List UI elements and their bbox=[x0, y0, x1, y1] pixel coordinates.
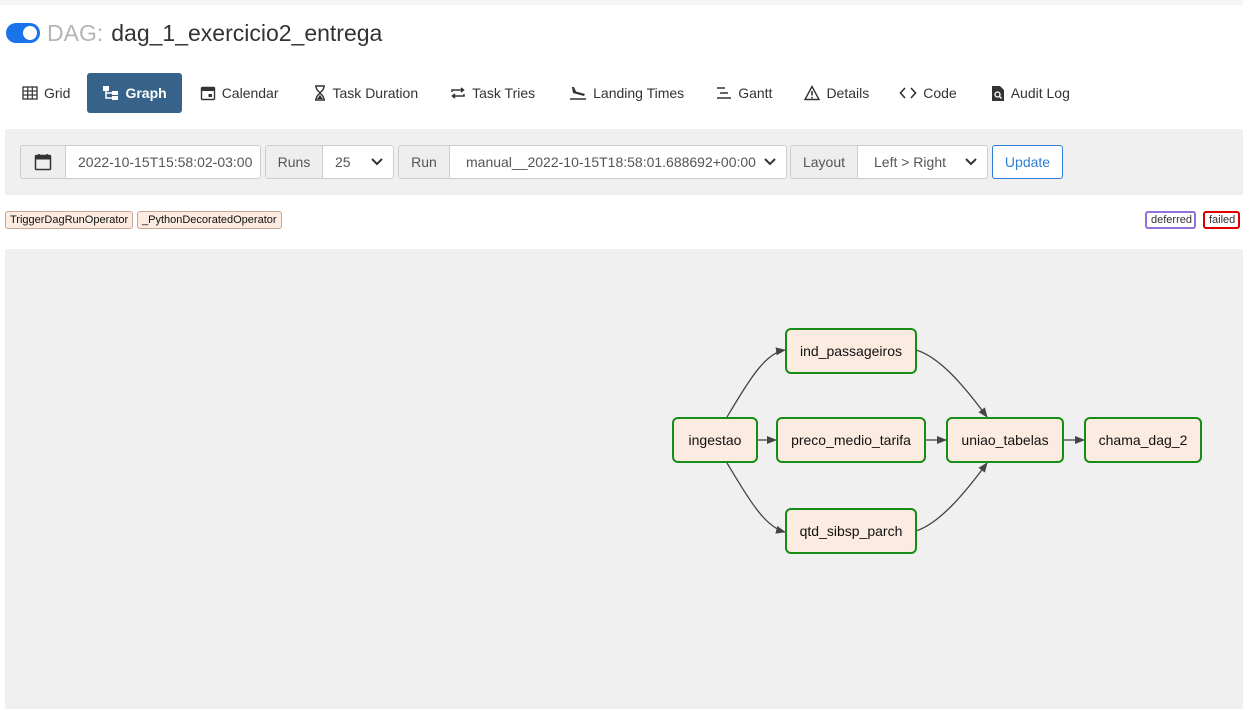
tab-code[interactable]: Code bbox=[887, 73, 968, 113]
tab-graph[interactable]: Graph bbox=[87, 73, 182, 113]
tab-calendar-label: Calendar bbox=[221, 85, 279, 101]
task-node-ingestao[interactable]: ingestao bbox=[672, 417, 758, 463]
chevron-down-icon bbox=[371, 158, 383, 166]
tab-details-label: Details bbox=[826, 85, 870, 101]
run-group: Run manual__2022-10-15T18:58:01.688692+0… bbox=[398, 145, 787, 179]
tab-landing-times-label: Landing Times bbox=[593, 85, 685, 101]
warning-triangle-icon bbox=[804, 85, 821, 101]
hourglass-icon bbox=[314, 85, 325, 101]
task-node-qtd-sibsp-parch[interactable]: qtd_sibsp_parch bbox=[785, 508, 917, 554]
task-node-uniao-tabelas[interactable]: uniao_tabelas bbox=[946, 417, 1064, 463]
dag-title: dag_1_exercicio2_entrega bbox=[111, 19, 383, 46]
calendar-icon bbox=[34, 154, 52, 171]
tab-task-duration-label: Task Duration bbox=[332, 85, 419, 101]
dag-graph-canvas[interactable]: ingestao ind_passageiros preco_medio_tar… bbox=[5, 249, 1243, 709]
task-node-preco-medio-tarifa[interactable]: preco_medio_tarifa bbox=[776, 417, 926, 463]
tab-gantt[interactable]: Gantt bbox=[704, 73, 784, 113]
run-select-value: manual__2022-10-15T18:58:01.688692+00:00 bbox=[466, 154, 756, 170]
tab-task-tries[interactable]: Task Tries bbox=[438, 73, 547, 113]
graph-icon bbox=[103, 86, 119, 100]
legend-operator-python-decorated[interactable]: _PythonDecoratedOperator bbox=[137, 211, 282, 229]
gantt-icon bbox=[717, 87, 732, 99]
edge-ind-passageiros-to-uniao-tabelas bbox=[915, 349, 988, 418]
repeat-icon bbox=[451, 87, 465, 99]
runs-select[interactable]: 25 bbox=[323, 146, 393, 178]
layout-group: Layout Left > Right bbox=[790, 145, 988, 179]
tab-graph-label: Graph bbox=[125, 85, 167, 101]
task-node-ind-passageiros[interactable]: ind_passageiros bbox=[785, 328, 917, 374]
layout-select-value: Left > Right bbox=[874, 154, 946, 170]
execution-date-group: 2022-10-15T15:58:02-03:00 bbox=[20, 145, 261, 179]
code-icon bbox=[899, 87, 917, 99]
layout-select[interactable]: Left > Right bbox=[858, 146, 987, 178]
tab-grid-label: Grid bbox=[44, 85, 71, 101]
page-header: DAG: dag_1_exercicio2_entrega bbox=[6, 18, 382, 48]
tab-task-duration[interactable]: Task Duration bbox=[301, 73, 431, 113]
tab-calendar[interactable]: Calendar bbox=[188, 73, 291, 113]
date-picker-button[interactable] bbox=[21, 146, 66, 178]
graph-edges bbox=[726, 347, 1085, 534]
runs-group: Runs 25 bbox=[265, 145, 394, 179]
tab-grid[interactable]: Grid bbox=[10, 73, 82, 113]
tab-code-label: Code bbox=[923, 85, 957, 101]
dag-pause-toggle[interactable] bbox=[6, 23, 40, 43]
tab-task-tries-label: Task Tries bbox=[472, 85, 536, 101]
update-button[interactable]: Update bbox=[992, 145, 1063, 179]
runs-select-value: 25 bbox=[335, 154, 351, 170]
legend-state-deferred[interactable]: deferred bbox=[1145, 211, 1196, 229]
tab-details[interactable]: Details bbox=[792, 73, 881, 113]
dag-view-tabs: Grid Graph Calendar Task Duration Task T… bbox=[10, 73, 1082, 113]
run-label: Run bbox=[399, 146, 450, 178]
edge-qtd-sibsp-parch-to-uniao-tabelas bbox=[915, 462, 988, 532]
runs-label: Runs bbox=[266, 146, 323, 178]
task-node-chama-dag-2[interactable]: chama_dag_2 bbox=[1084, 417, 1202, 463]
chevron-down-icon bbox=[764, 158, 776, 166]
chevron-down-icon bbox=[965, 158, 977, 166]
tab-landing-times[interactable]: Landing Times bbox=[557, 73, 696, 113]
graph-filter-toolbar: 2022-10-15T15:58:02-03:00 Runs 25 Run ma… bbox=[5, 129, 1243, 195]
legend-state-failed[interactable]: failed bbox=[1203, 211, 1240, 229]
grid-icon bbox=[22, 86, 38, 100]
edge-ingestao-to-ind-passageiros bbox=[726, 347, 786, 418]
tab-audit-log-label: Audit Log bbox=[1010, 85, 1070, 101]
edge-ingestao-to-qtd-sibsp-parch bbox=[726, 462, 786, 534]
layout-label: Layout bbox=[791, 146, 858, 178]
audit-log-icon bbox=[991, 85, 1004, 101]
tab-gantt-label: Gantt bbox=[738, 85, 773, 101]
dag-prefix-label: DAG: bbox=[47, 19, 104, 46]
tab-audit-log[interactable]: Audit Log bbox=[979, 73, 1082, 113]
execution-date-input[interactable]: 2022-10-15T15:58:02-03:00 bbox=[66, 146, 260, 178]
calendar-icon bbox=[200, 86, 215, 101]
top-strip bbox=[0, 0, 1243, 5]
legend-operator-trigger-dag-run[interactable]: TriggerDagRunOperator bbox=[5, 211, 133, 229]
landing-icon bbox=[570, 87, 587, 100]
run-select[interactable]: manual__2022-10-15T18:58:01.688692+00:00 bbox=[450, 146, 786, 178]
